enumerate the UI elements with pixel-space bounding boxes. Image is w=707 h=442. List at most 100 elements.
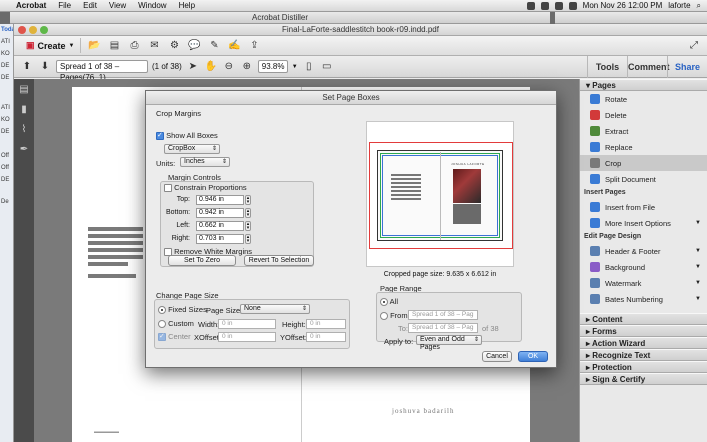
tool-background[interactable]: Background ▼: [580, 259, 707, 275]
open-folder-icon[interactable]: 📂: [87, 40, 101, 52]
from-field[interactable]: Spread 1 of 38 – Pag: [408, 310, 478, 320]
page-sizes-select[interactable]: None: [240, 304, 310, 314]
section-sign-certify[interactable]: ▸ Sign & Certify: [580, 373, 707, 385]
clock[interactable]: Mon Nov 26 12:00 PM: [583, 1, 663, 10]
attachments-icon[interactable]: ⌇: [14, 119, 34, 139]
zoom-icon[interactable]: [40, 26, 48, 34]
units-select[interactable]: Inches: [180, 157, 230, 167]
tool-split-document[interactable]: Split Document: [580, 171, 707, 187]
menu-view[interactable]: View: [103, 1, 132, 10]
tool-rotate[interactable]: Rotate: [580, 91, 707, 107]
tool-watermark[interactable]: Watermark ▼: [580, 275, 707, 291]
next-page-icon[interactable]: ⬇: [38, 61, 52, 73]
tool-header-footer[interactable]: Header & Footer ▼: [580, 243, 707, 259]
left-margin-field[interactable]: 0.662 in: [196, 221, 244, 231]
signatures-icon[interactable]: ✒: [14, 139, 34, 159]
close-icon[interactable]: [18, 26, 26, 34]
tool-extract[interactable]: Extract: [580, 123, 707, 139]
right-margin-field[interactable]: 0.703 in: [196, 234, 244, 244]
settings-icon[interactable]: ⚙: [167, 40, 181, 52]
cancel-button[interactable]: Cancel: [482, 351, 512, 362]
width-field[interactable]: 0 in: [218, 319, 276, 329]
ok-button[interactable]: OK: [518, 351, 548, 362]
page-thumbnails-icon[interactable]: ▤: [14, 79, 34, 99]
section-forms[interactable]: ▸ Forms: [580, 325, 707, 337]
tab-share[interactable]: Share: [667, 55, 707, 78]
hand-tool-icon[interactable]: ✋: [204, 61, 218, 73]
apply-to-select[interactable]: Even and Odd Pages: [416, 335, 482, 351]
fit-width-icon[interactable]: ▭: [320, 61, 334, 73]
from-radio[interactable]: From:: [380, 311, 410, 321]
select-tool-icon[interactable]: ➤: [186, 61, 200, 73]
background-mail-list[interactable]: Today ATI KO DE DE ATI KO DE Off Off DE …: [0, 24, 14, 442]
save-icon[interactable]: ▤: [107, 40, 121, 52]
print-icon[interactable]: ⎙: [127, 40, 141, 52]
bottom-stepper[interactable]: ▴ ▾: [245, 208, 251, 218]
rotate-icon: [590, 94, 600, 104]
section-action-wizard[interactable]: ▸ Action Wizard: [580, 337, 707, 349]
menu-edit[interactable]: Edit: [77, 1, 103, 10]
app-menu[interactable]: Acrobat: [14, 1, 52, 10]
top-margin-field[interactable]: 0.946 in: [196, 195, 244, 205]
sign-icon[interactable]: ✍: [227, 40, 241, 52]
right-stepper[interactable]: ▴ ▾: [245, 234, 251, 244]
page-number-field[interactable]: Spread 1 of 38 – Pages(76, 1): [56, 60, 148, 82]
search-icon[interactable]: ⌕: [697, 1, 701, 11]
section-content[interactable]: ▸ Content: [580, 313, 707, 325]
zoom-dropdown-icon[interactable]: ▼: [292, 64, 298, 70]
bookmarks-icon[interactable]: ▮: [14, 99, 34, 119]
highlight-icon[interactable]: ✎: [207, 40, 221, 52]
user-name[interactable]: laforte: [668, 1, 690, 10]
center-checkbox[interactable]: Center: [158, 332, 191, 342]
tool-crop[interactable]: Crop: [580, 155, 707, 171]
fixed-sizes-radio[interactable]: Fixed Sizes: [158, 305, 207, 315]
section-protection[interactable]: ▸ Protection: [580, 361, 707, 373]
share-icon[interactable]: ⇪: [247, 40, 261, 52]
email-icon[interactable]: ✉: [147, 40, 161, 52]
box-type-select[interactable]: CropBox: [164, 144, 220, 154]
tool-delete[interactable]: Delete: [580, 107, 707, 123]
height-field[interactable]: 0 in: [306, 319, 346, 329]
left-stepper[interactable]: ▴ ▾: [245, 221, 251, 231]
window-titlebar[interactable]: Final-LaForte-saddlestitch book-r09.indd…: [14, 24, 707, 36]
menu-window[interactable]: Window: [132, 1, 172, 10]
menu-file[interactable]: File: [52, 1, 77, 10]
section-pages[interactable]: ▾ Pages: [580, 79, 707, 91]
to-field[interactable]: Spread 1 of 38 – Pag: [408, 323, 478, 333]
previous-page-icon[interactable]: ⬆: [20, 61, 34, 73]
top-stepper[interactable]: ▴ ▾: [245, 195, 251, 205]
volume-icon[interactable]: [554, 1, 563, 10]
fit-page-icon[interactable]: ▯: [302, 61, 316, 73]
comment-icon[interactable]: 💬: [187, 40, 201, 52]
tool-more-insert-options[interactable]: More Insert Options ▼: [580, 215, 707, 231]
yoffset-field[interactable]: 0 in: [306, 332, 346, 342]
xoffset-field[interactable]: 0 in: [218, 332, 276, 342]
navigation-pane: ▤ ▮ ⌇ ✒: [14, 79, 34, 442]
zoom-field[interactable]: 93.8%: [257, 60, 288, 73]
dialog-title[interactable]: Set Page Boxes: [146, 91, 556, 105]
tab-comment[interactable]: Comment: [627, 55, 670, 78]
distiller-window-title[interactable]: Acrobat Distiller: [10, 12, 550, 24]
wifi-icon[interactable]: [540, 1, 549, 10]
custom-radio[interactable]: Custom: [158, 319, 194, 329]
show-all-boxes-checkbox[interactable]: Show All Boxes: [156, 131, 218, 141]
background-window[interactable]: [555, 12, 707, 24]
tool-replace[interactable]: Replace: [580, 139, 707, 155]
zoom-out-icon[interactable]: ⊖: [222, 61, 236, 73]
battery-icon[interactable]: [568, 1, 577, 10]
tool-insert-from-file[interactable]: Insert from File: [580, 199, 707, 215]
bottom-margin-field[interactable]: 0.942 in: [196, 208, 244, 218]
tool-bates-numbering[interactable]: Bates Numbering ▼: [580, 291, 707, 307]
tab-tools[interactable]: Tools: [587, 55, 627, 78]
minimize-icon[interactable]: [29, 26, 37, 34]
create-button[interactable]: ▣ Create ▼: [20, 38, 82, 53]
dropbox-icon[interactable]: [526, 1, 535, 10]
constrain-proportions-checkbox[interactable]: Constrain Proportions: [164, 183, 247, 193]
expand-icon[interactable]: ⤢: [687, 40, 701, 52]
menu-help[interactable]: Help: [173, 1, 201, 10]
revert-to-selection-button[interactable]: Revert To Selection: [244, 255, 314, 266]
section-recognize-text[interactable]: ▸ Recognize Text: [580, 349, 707, 361]
zoom-in-icon[interactable]: ⊕: [240, 61, 254, 73]
all-pages-radio[interactable]: All: [380, 297, 398, 307]
set-to-zero-button[interactable]: Set To Zero: [168, 255, 236, 266]
